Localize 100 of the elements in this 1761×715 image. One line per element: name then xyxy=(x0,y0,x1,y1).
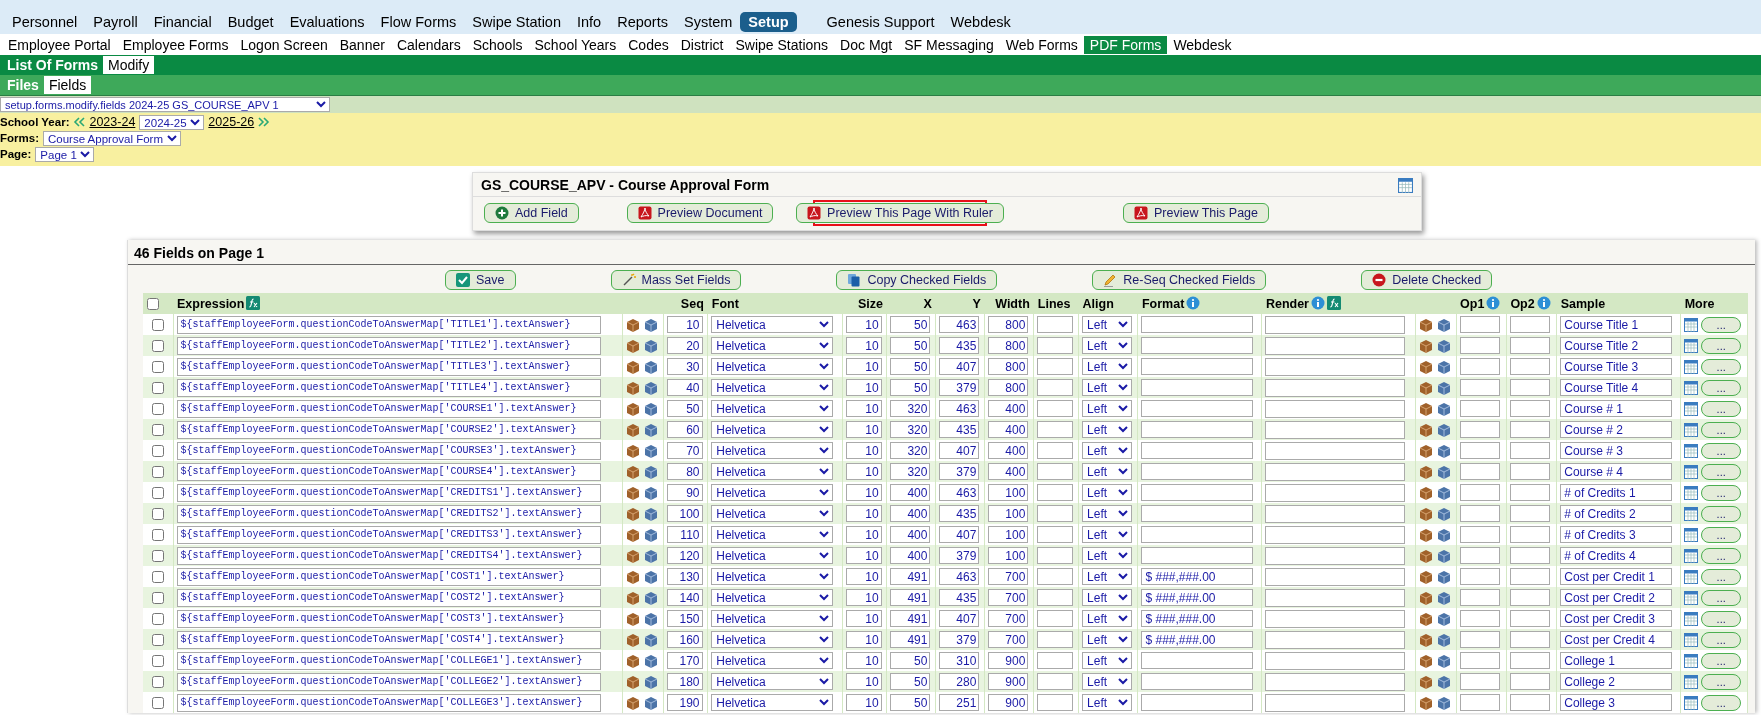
expression-field[interactable]: ${staffEmployeeForm.questionCodeToAnswerMap['CREDITS3'].textAnswer} xyxy=(176,525,601,544)
font-select[interactable]: Helvetica xyxy=(711,610,834,627)
op1-field[interactable] xyxy=(1459,442,1500,459)
lines-field[interactable] xyxy=(1037,610,1074,627)
seq-field[interactable]: 140 xyxy=(666,589,703,606)
op1-field[interactable] xyxy=(1459,568,1500,585)
submenu-item[interactable]: Codes xyxy=(622,35,675,54)
align-select[interactable]: Left xyxy=(1082,379,1133,396)
row-checkbox[interactable] xyxy=(151,676,164,689)
align-select[interactable]: Left xyxy=(1082,631,1133,648)
lines-field[interactable] xyxy=(1037,484,1074,501)
op1-field[interactable] xyxy=(1459,547,1500,564)
font-select[interactable]: Helvetica xyxy=(711,316,834,333)
calendar-icon[interactable] xyxy=(1684,527,1699,542)
calendar-icon[interactable] xyxy=(1684,590,1699,605)
expression-field[interactable]: ${staffEmployeeForm.questionCodeToAnswerMap['COLLEGE3'].textAnswer} xyxy=(176,693,601,712)
row-checkbox[interactable] xyxy=(151,550,164,563)
lines-field[interactable] xyxy=(1037,358,1074,375)
size-field[interactable]: 10 xyxy=(845,568,882,585)
format-field[interactable] xyxy=(1141,694,1254,711)
submenu-item[interactable]: Webdesk xyxy=(1167,35,1238,54)
op1-field[interactable] xyxy=(1459,421,1500,438)
cubes-icon[interactable] xyxy=(625,506,658,521)
sample-field[interactable]: Course Title 1 xyxy=(1560,316,1673,333)
font-select[interactable]: Helvetica xyxy=(711,337,834,354)
lines-field[interactable] xyxy=(1037,631,1074,648)
seq-field[interactable]: 110 xyxy=(666,526,703,543)
seq-field[interactable]: 80 xyxy=(666,463,703,480)
sample-field[interactable]: # of Credits 4 xyxy=(1560,547,1673,564)
font-select[interactable]: Helvetica xyxy=(711,526,834,543)
cubes-icon[interactable] xyxy=(1418,653,1451,668)
y-field[interactable]: 379 xyxy=(939,379,980,396)
calendar-icon[interactable] xyxy=(1684,485,1699,500)
cubes-icon[interactable] xyxy=(625,464,658,479)
cubes-icon[interactable] xyxy=(625,527,658,542)
submenu-item[interactable]: Schools xyxy=(466,35,529,54)
expression-field[interactable]: ${staffEmployeeForm.questionCodeToAnswerMap['COST3'].textAnswer} xyxy=(176,609,601,628)
y-field[interactable]: 379 xyxy=(939,547,980,564)
width-field[interactable]: 800 xyxy=(988,379,1029,396)
format-field[interactable]: $ ###,###.00 xyxy=(1141,568,1254,585)
seq-field[interactable]: 170 xyxy=(666,652,703,669)
y-field[interactable]: 379 xyxy=(939,631,980,648)
x-field[interactable]: 320 xyxy=(890,421,931,438)
lines-field[interactable] xyxy=(1037,673,1074,690)
cubes-icon[interactable] xyxy=(1418,338,1451,353)
lines-field[interactable] xyxy=(1037,694,1074,711)
format-field[interactable] xyxy=(1141,316,1254,333)
y-field[interactable]: 463 xyxy=(939,484,980,501)
align-select[interactable]: Left xyxy=(1082,610,1133,627)
align-select[interactable]: Left xyxy=(1082,589,1133,606)
cubes-icon[interactable] xyxy=(625,569,658,584)
toolbar-button[interactable]: Preview This Page xyxy=(1123,203,1269,223)
cubes-icon[interactable] xyxy=(1418,527,1451,542)
tab[interactable]: Fields xyxy=(43,76,92,94)
row-checkbox[interactable] xyxy=(151,466,164,479)
calendar-icon[interactable] xyxy=(1684,401,1699,416)
size-field[interactable]: 10 xyxy=(845,610,882,627)
width-field[interactable]: 400 xyxy=(988,442,1029,459)
expression-field[interactable]: ${staffEmployeeForm.questionCodeToAnswerMap['TITLE4'].textAnswer} xyxy=(176,378,601,397)
row-checkbox[interactable] xyxy=(151,340,164,353)
format-field[interactable] xyxy=(1141,421,1254,438)
toolbar-button[interactable]: Save xyxy=(445,270,516,290)
y-field[interactable]: 435 xyxy=(939,337,980,354)
align-select[interactable]: Left xyxy=(1082,673,1133,690)
cubes-icon[interactable] xyxy=(1418,380,1451,395)
screen-select[interactable]: setup.forms.modify.fields 2024-25 GS_COURSE_APV 1 xyxy=(0,97,330,112)
op2-field[interactable] xyxy=(1509,610,1550,627)
cubes-icon[interactable] xyxy=(1418,443,1451,458)
cubes-icon[interactable] xyxy=(1418,548,1451,563)
more-button[interactable]: ... xyxy=(1701,316,1742,333)
size-field[interactable]: 10 xyxy=(845,316,882,333)
y-field[interactable]: 435 xyxy=(939,505,980,522)
render-field[interactable] xyxy=(1265,336,1406,355)
font-select[interactable]: Helvetica xyxy=(711,484,834,501)
size-field[interactable]: 10 xyxy=(845,484,882,501)
submenu-item[interactable]: PDF Forms xyxy=(1083,35,1168,54)
menu-item[interactable]: System xyxy=(675,11,741,32)
format-field[interactable] xyxy=(1141,505,1254,522)
width-field[interactable]: 400 xyxy=(988,400,1029,417)
expression-field[interactable]: ${staffEmployeeForm.questionCodeToAnswerMap['COURSE3'].textAnswer} xyxy=(176,441,601,460)
font-select[interactable]: Helvetica xyxy=(711,400,834,417)
size-field[interactable]: 10 xyxy=(845,631,882,648)
align-select[interactable]: Left xyxy=(1082,568,1133,585)
cubes-icon[interactable] xyxy=(625,590,658,605)
more-button[interactable]: ... xyxy=(1701,442,1742,459)
format-field[interactable] xyxy=(1141,337,1254,354)
font-select[interactable]: Helvetica xyxy=(711,505,834,522)
op2-field[interactable] xyxy=(1509,631,1550,648)
calendar-icon[interactable] xyxy=(1684,380,1699,395)
row-checkbox[interactable] xyxy=(151,655,164,668)
toolbar-button[interactable]: Re-Seq Checked Fields xyxy=(1092,270,1267,290)
tab[interactable]: Modify xyxy=(103,56,155,74)
select-all-checkbox[interactable] xyxy=(147,298,159,311)
cubes-icon[interactable] xyxy=(625,401,658,416)
width-field[interactable]: 400 xyxy=(988,463,1029,480)
submenu-item[interactable]: School Years xyxy=(528,35,623,54)
seq-field[interactable]: 190 xyxy=(666,694,703,711)
row-checkbox[interactable] xyxy=(151,487,164,500)
x-field[interactable]: 320 xyxy=(890,463,931,480)
y-field[interactable]: 463 xyxy=(939,400,980,417)
